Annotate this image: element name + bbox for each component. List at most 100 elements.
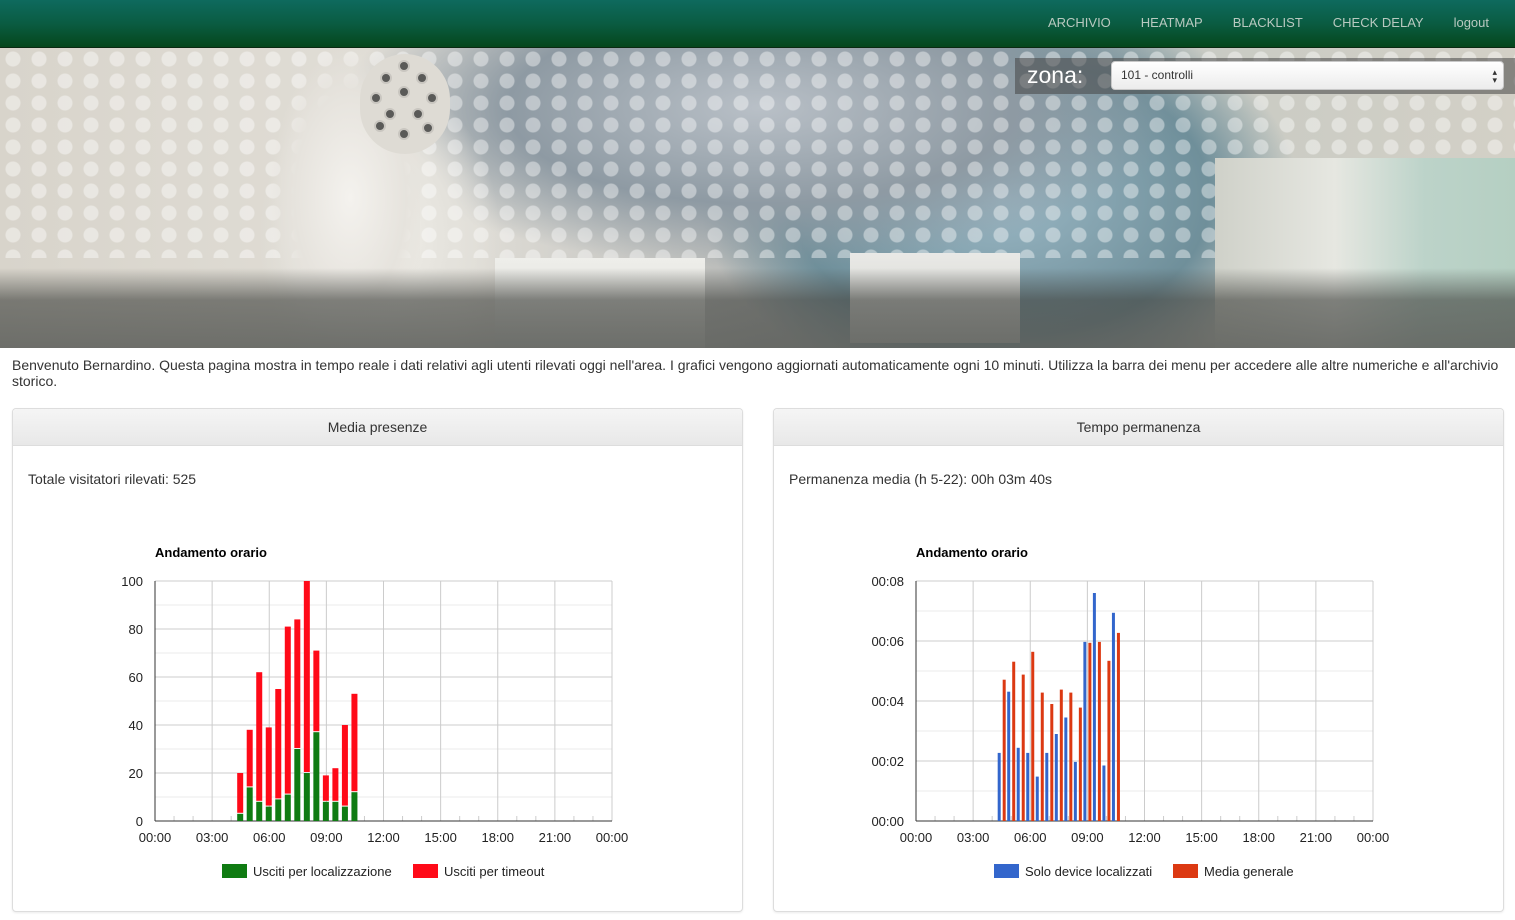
x-tick-label: 15:00 [1185, 830, 1218, 845]
bar-media-generale [1088, 642, 1092, 821]
bar-media-generale [1069, 692, 1073, 821]
bar-localizzazione [332, 801, 339, 821]
bar-solo-device [1073, 761, 1077, 821]
bar-solo-device [1092, 593, 1096, 821]
bar-solo-device [1007, 691, 1011, 821]
x-tick-label: 15:00 [424, 830, 457, 845]
bar-media-generale [1040, 692, 1044, 821]
intro-text: Benvenuto Bernardino. Questa pagina most… [12, 357, 1499, 389]
x-tick-label: 00:00 [900, 830, 933, 845]
bar-localizzazione [284, 794, 291, 821]
x-tick-label: 09:00 [1071, 830, 1104, 845]
chart-title: Andamento orario [155, 545, 267, 560]
y-tick-label: 00:08 [871, 574, 904, 589]
bar-solo-device [1035, 776, 1039, 821]
legend-label: Media generale [1204, 864, 1294, 879]
nav-check-delay[interactable]: CHECK DELAY [1318, 0, 1439, 46]
x-tick-label: 00:00 [596, 830, 629, 845]
legend-swatch [222, 864, 247, 878]
bar-media-generale [1002, 679, 1006, 821]
panel-tempo-permanenza: Tempo permanenza Permanenza media (h 5-2… [773, 408, 1504, 912]
bar-solo-device [1083, 641, 1087, 821]
bar-localizzazione [275, 799, 282, 821]
legend-swatch [1173, 864, 1198, 878]
bar-localizzazione [322, 801, 329, 821]
panel-media-presenze: Media presenze Totale visitatori rilevat… [12, 408, 743, 912]
bar-timeout [237, 773, 244, 813]
chart-presenze: Andamento orario 0 20 40 60 80 100 00:00 03:00 06… [121, 545, 629, 879]
bar-timeout [332, 768, 339, 801]
x-tick-label: 12:00 [1128, 830, 1161, 845]
y-tick-label: 80 [129, 622, 143, 637]
nav-blacklist[interactable]: BLACKLIST [1218, 0, 1318, 46]
bar-solo-device [1054, 734, 1058, 821]
bar-timeout [341, 725, 348, 806]
x-tick-label: 21:00 [539, 830, 572, 845]
bar-solo-device [1016, 747, 1020, 821]
bar-media-generale [1021, 674, 1025, 821]
bar-localizzazione [237, 813, 244, 821]
y-tick-label: 40 [129, 718, 143, 733]
zona-label: zona: [1027, 62, 1084, 88]
bar-media-generale [1116, 632, 1120, 821]
bar-localizzazione [265, 806, 272, 821]
legend-label: Solo device localizzati [1025, 864, 1152, 879]
bar-solo-device [1064, 717, 1068, 821]
x-tick-label: 12:00 [367, 830, 400, 845]
y-tick-label: 00:04 [871, 694, 904, 709]
y-tick-label: 60 [129, 670, 143, 685]
bar-timeout [313, 650, 320, 732]
bar-localizzazione [246, 787, 253, 821]
bar-timeout [322, 775, 329, 801]
x-tick-label: 18:00 [1242, 830, 1275, 845]
bar-solo-device [1111, 612, 1115, 821]
chart-title: Andamento orario [916, 545, 1028, 560]
bar-timeout [294, 619, 301, 748]
nav-logout[interactable]: logout [1439, 0, 1515, 46]
nav-archivio[interactable]: ARCHIVIO [1033, 0, 1126, 46]
bar-solo-device [1026, 752, 1030, 821]
bar-localizzazione [341, 806, 348, 821]
y-tick-label: 0 [136, 814, 143, 829]
bar-media-generale [1059, 689, 1063, 821]
bar-solo-device [1102, 765, 1106, 821]
x-tick-label: 00:00 [139, 830, 172, 845]
bar-solo-device [1045, 752, 1049, 821]
bar-media-generale [1031, 651, 1035, 821]
top-navbar: ARCHIVIO HEATMAP BLACKLIST CHECK DELAY l… [0, 0, 1515, 48]
bar-media-generale [1050, 704, 1054, 821]
hero-pillar-head [360, 54, 450, 154]
legend-swatch [413, 864, 438, 878]
nav-heatmap[interactable]: HEATMAP [1126, 0, 1218, 46]
bar-localizzazione [303, 773, 310, 821]
chart-permanenza: Andamento orario 00:00 00:02 00:04 00:06 00:0… [871, 545, 1389, 879]
bar-timeout [351, 693, 358, 792]
y-tick-label: 100 [121, 574, 143, 589]
bar-localizzazione [256, 801, 263, 821]
bar-timeout [303, 581, 310, 772]
x-tick-label: 06:00 [1014, 830, 1047, 845]
y-tick-label: 00:06 [871, 634, 904, 649]
bar-media-generale [1012, 661, 1016, 821]
bar-media-generale [1107, 660, 1111, 821]
bar-localizzazione [313, 732, 320, 821]
zona-select[interactable]: 101 - controlli ▴ ▾ [1111, 61, 1504, 90]
hero-banner-image: zona: 101 - controlli ▴ ▾ [0, 48, 1515, 348]
bar-timeout [256, 672, 263, 801]
bar-media-generale [1078, 707, 1082, 821]
y-tick-label: 00:00 [871, 814, 904, 829]
hero-floor-crowd [0, 268, 1515, 348]
bar-timeout [284, 626, 291, 794]
y-tick-label: 00:02 [871, 754, 904, 769]
zona-selected-value: 101 - controlli [1121, 68, 1194, 82]
legend-swatch [994, 864, 1019, 878]
x-tick-label: 21:00 [1300, 830, 1333, 845]
legend-label: Usciti per timeout [444, 864, 545, 879]
x-tick-label: 03:00 [957, 830, 990, 845]
bar-timeout [265, 727, 272, 806]
bar-timeout [275, 689, 282, 799]
legend-label: Usciti per localizzazione [253, 864, 392, 879]
bar-media-generale [1097, 641, 1101, 821]
x-tick-label: 06:00 [253, 830, 286, 845]
nav-menu: ARCHIVIO HEATMAP BLACKLIST CHECK DELAY l… [1033, 0, 1515, 46]
